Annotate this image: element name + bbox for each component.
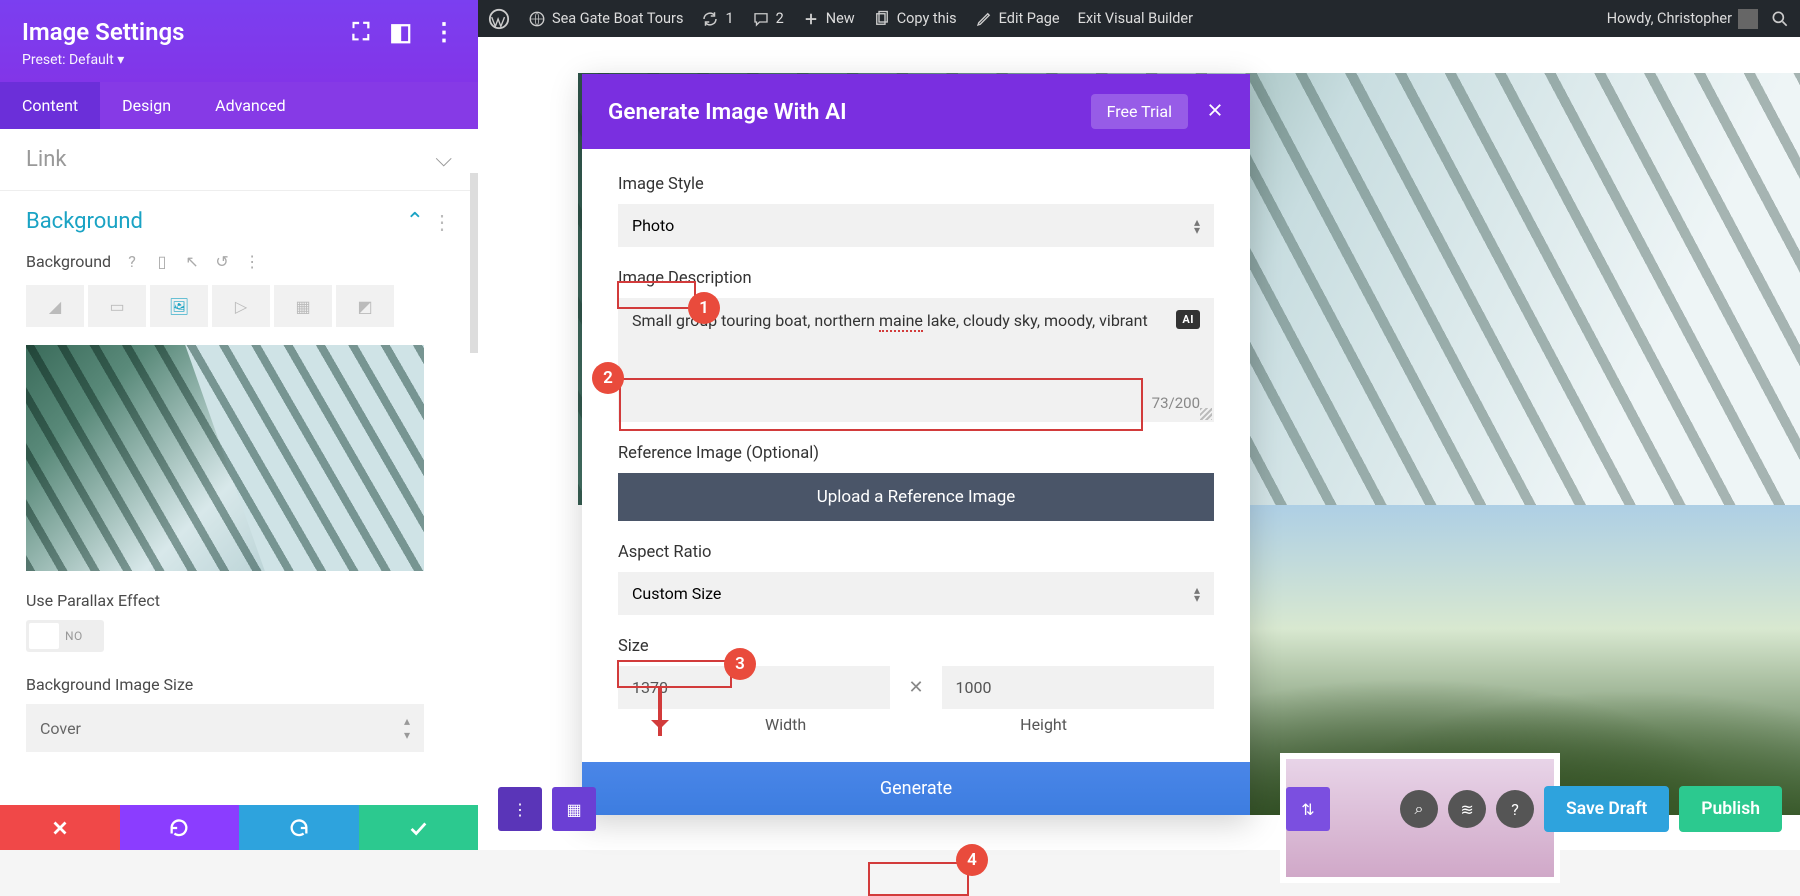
wordpress-logo-icon[interactable] <box>488 8 510 30</box>
bg-size-label: Background Image Size <box>26 675 452 694</box>
tab-content[interactable]: Content <box>0 82 100 129</box>
sort-button[interactable]: ⇅ <box>1286 787 1330 831</box>
size-label: Size <box>618 637 1214 656</box>
bg-video-tab[interactable]: ▷ <box>212 285 270 327</box>
ai-generate-modal: Generate Image With AI Free Trial Image … <box>582 74 1250 815</box>
times-icon: ✕ <box>908 677 923 698</box>
exit-builder-link[interactable]: Exit Visual Builder <box>1078 10 1193 27</box>
tutorial-arrow <box>658 686 662 736</box>
bg-color-tab[interactable]: ◢ <box>26 285 84 327</box>
close-icon[interactable] <box>1206 101 1224 123</box>
settings-body: Link ⌵ Background ⌃ ⋮ Background ? ▯ ↖ ↺… <box>0 129 478 805</box>
settings-header: Image Settings ⛶ ◧ ⋮ Preset: Default ▾ <box>0 0 478 82</box>
publish-button[interactable]: Publish <box>1679 786 1782 832</box>
select-arrows-icon: ▴▾ <box>404 714 410 742</box>
reset-icon[interactable]: ↺ <box>213 252 231 271</box>
expand-icon[interactable]: ⛶ <box>353 18 370 46</box>
help-icon[interactable]: ? <box>123 252 141 271</box>
select-arrows-icon: ▴▾ <box>1194 218 1200 234</box>
snap-icon[interactable]: ◧ <box>389 18 412 46</box>
bg-size-select[interactable]: Cover ▴▾ <box>26 704 424 752</box>
mobile-icon[interactable]: ▯ <box>153 252 171 271</box>
section-link[interactable]: Link ⌵ <box>0 129 478 191</box>
background-label: Background <box>26 252 111 271</box>
ai-assist-button[interactable]: AI <box>1176 310 1200 329</box>
parallax-label: Use Parallax Effect <box>26 591 452 610</box>
settings-tabs: Content Design Advanced <box>0 82 478 129</box>
redo-button[interactable] <box>239 805 359 850</box>
avatar <box>1738 9 1758 29</box>
wireframe-button[interactable]: ▦ <box>552 787 596 831</box>
settings-footer <box>0 805 478 850</box>
builder-bottom-bar: ⋮ ▦ ⇅ ⌕ ≋ ? Save Draft Publish <box>498 786 1782 832</box>
background-preview[interactable] <box>26 345 424 571</box>
new-link[interactable]: New <box>802 10 855 28</box>
select-arrows-icon: ▴▾ <box>1194 586 1200 602</box>
reference-image-label: Reference Image (Optional) <box>618 444 1214 463</box>
image-style-select[interactable]: Photo ▴▾ <box>618 204 1214 247</box>
image-settings-panel: Image Settings ⛶ ◧ ⋮ Preset: Default ▾ C… <box>0 0 478 850</box>
updates-link[interactable]: 1 <box>701 10 733 28</box>
zoom-button[interactable]: ⌕ <box>1400 790 1438 828</box>
upload-reference-button[interactable]: Upload a Reference Image <box>618 473 1214 521</box>
resize-handle[interactable] <box>1200 408 1212 420</box>
settings-title: Image Settings <box>22 18 185 46</box>
section-background[interactable]: Background ⌃ ⋮ <box>0 191 478 252</box>
preset-dropdown[interactable]: Preset: Default ▾ <box>22 52 456 68</box>
search-icon[interactable] <box>1770 9 1790 29</box>
site-link[interactable]: Sea Gate Boat Tours <box>528 10 683 28</box>
section-more-icon[interactable]: ⋮ <box>432 210 452 234</box>
tab-design[interactable]: Design <box>100 82 193 129</box>
tutorial-highlight-4 <box>868 862 969 896</box>
help-button[interactable]: ? <box>1496 790 1534 828</box>
step-badge-2: 2 <box>592 362 624 394</box>
width-label: Width <box>765 715 806 734</box>
options-icon[interactable]: ⋮ <box>243 252 261 271</box>
discard-button[interactable] <box>0 805 120 850</box>
bg-pattern-tab[interactable]: ▦ <box>274 285 332 327</box>
more-icon[interactable]: ⋮ <box>432 18 456 46</box>
copy-link[interactable]: Copy this <box>873 10 957 28</box>
builder-menu-button[interactable]: ⋮ <box>498 787 542 831</box>
undo-button[interactable] <box>120 805 240 850</box>
image-style-label: Image Style <box>618 175 1214 194</box>
image-description-label: Image Description <box>618 269 1214 288</box>
comments-link[interactable]: 2 <box>752 10 784 28</box>
parallax-toggle[interactable]: NO <box>26 620 104 652</box>
ai-modal-title: Generate Image With AI <box>608 99 847 125</box>
aspect-ratio-label: Aspect Ratio <box>618 543 1214 562</box>
height-input[interactable] <box>942 666 1214 709</box>
user-menu[interactable]: Howdy, Christopher <box>1607 9 1758 29</box>
step-badge-1: 1 <box>688 292 720 324</box>
wp-admin-bar: Sea Gate Boat Tours 1 2 New Copy this Ed… <box>478 0 1800 37</box>
step-badge-4: 4 <box>956 844 988 876</box>
save-button[interactable] <box>359 805 479 850</box>
chevron-up-icon: ⌃ <box>406 209 424 234</box>
cursor-icon[interactable]: ↖ <box>183 252 201 271</box>
height-label: Height <box>1020 715 1067 734</box>
background-type-tabs: ◢ ▭ 🖼 ▷ ▦ ◩ <box>26 285 452 327</box>
free-trial-button[interactable]: Free Trial <box>1091 94 1188 129</box>
bg-gradient-tab[interactable]: ▭ <box>88 285 146 327</box>
aspect-ratio-select[interactable]: Custom Size ▴▾ <box>618 572 1214 615</box>
scrollbar[interactable] <box>470 173 478 353</box>
char-counter: 73/200 <box>1152 394 1200 412</box>
step-badge-3: 3 <box>724 648 756 680</box>
layers-button[interactable]: ≋ <box>1448 790 1486 828</box>
tab-advanced[interactable]: Advanced <box>193 82 308 129</box>
save-draft-button[interactable]: Save Draft <box>1544 786 1669 832</box>
chevron-down-icon: ⌵ <box>435 147 452 172</box>
bg-image-tab[interactable]: 🖼 <box>150 285 208 327</box>
bg-mask-tab[interactable]: ◩ <box>336 285 394 327</box>
edit-page-link[interactable]: Edit Page <box>975 10 1060 28</box>
